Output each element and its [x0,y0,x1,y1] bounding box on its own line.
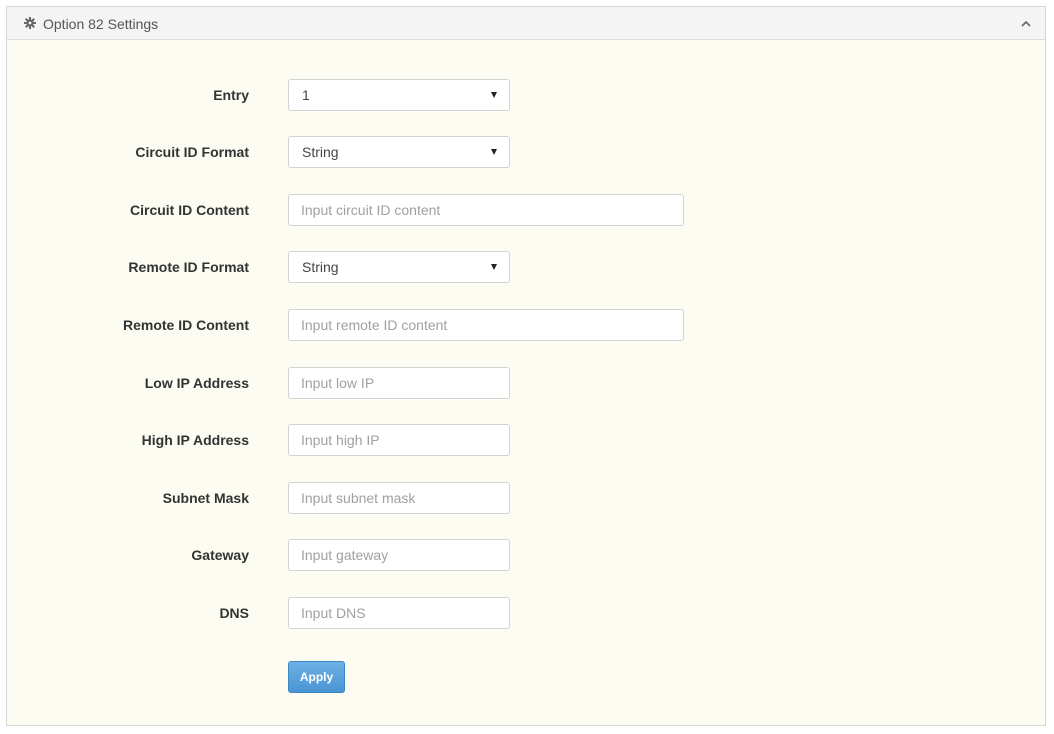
low-ip-input[interactable] [288,367,510,399]
chevron-up-icon[interactable] [1019,17,1033,31]
entry-label: Entry [213,87,249,103]
gateway-label: Gateway [191,547,249,563]
circuit-id-content-row: Circuit ID Content [7,194,1045,226]
circuit-id-content-input[interactable] [288,194,684,226]
high-ip-input[interactable] [288,424,510,456]
dns-input[interactable] [288,597,510,629]
dropdown-arrow-icon [491,149,497,155]
remote-id-format-select[interactable]: String [288,251,510,283]
high-ip-label: High IP Address [141,432,249,448]
apply-button[interactable]: Apply [288,661,345,693]
circuit-id-format-row: Circuit ID Format String [7,136,1045,168]
dropdown-arrow-icon [491,92,497,98]
gear-icon [24,17,36,29]
remote-id-content-row: Remote ID Content [7,309,1045,341]
high-ip-row: High IP Address [7,424,1045,456]
option82-settings-panel: Option 82 Settings Entry 1 Circuit ID Fo… [6,6,1046,726]
low-ip-row: Low IP Address [7,367,1045,399]
remote-id-content-label: Remote ID Content [123,317,249,333]
remote-id-format-select-value: String [302,259,339,275]
dropdown-arrow-icon [491,264,497,270]
circuit-id-format-select-value: String [302,144,339,160]
remote-id-content-input[interactable] [288,309,684,341]
circuit-id-format-select[interactable]: String [288,136,510,168]
gateway-row: Gateway [7,539,1045,571]
subnet-mask-label: Subnet Mask [162,490,249,506]
low-ip-label: Low IP Address [144,375,249,391]
gateway-input[interactable] [288,539,510,571]
circuit-id-content-label: Circuit ID Content [130,202,249,218]
panel-title: Option 82 Settings [43,16,159,32]
dns-row: DNS [7,597,1045,629]
circuit-id-format-label: Circuit ID Format [135,144,249,160]
remote-id-format-label: Remote ID Format [128,259,249,275]
subnet-mask-row: Subnet Mask [7,482,1045,514]
entry-row: Entry 1 [7,79,1045,111]
remote-id-format-row: Remote ID Format String [7,251,1045,283]
subnet-mask-input[interactable] [288,482,510,514]
dns-label: DNS [219,605,249,621]
panel-header: Option 82 Settings [7,7,1045,40]
entry-select-value: 1 [302,87,310,103]
entry-select[interactable]: 1 [288,79,510,111]
